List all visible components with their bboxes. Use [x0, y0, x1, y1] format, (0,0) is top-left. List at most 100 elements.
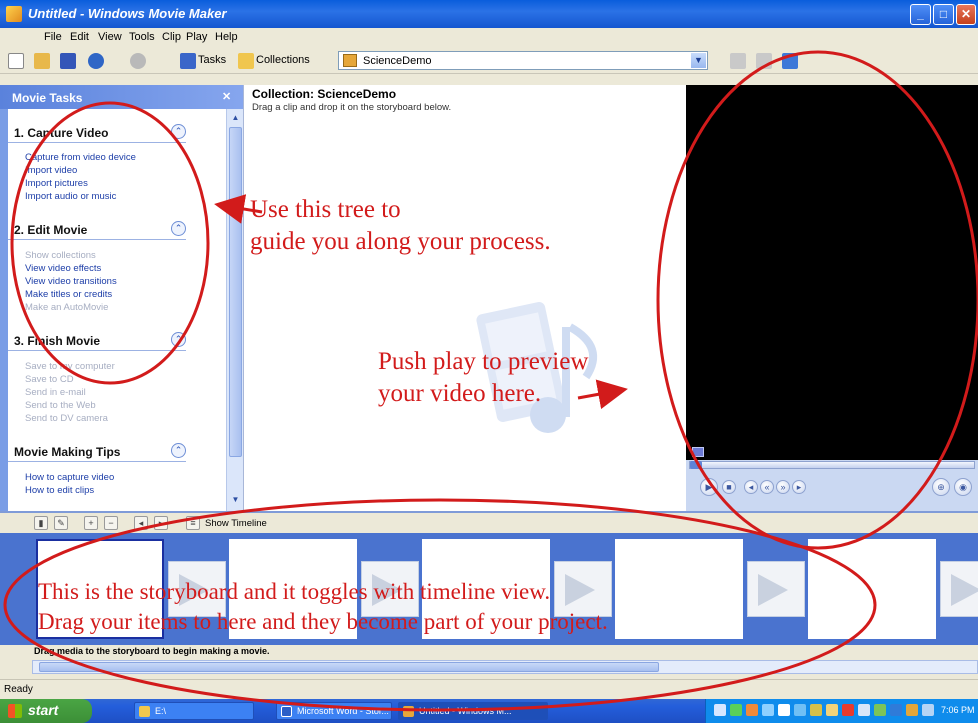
task-send-web[interactable]: Send to the Web: [25, 400, 96, 411]
collapse-icon[interactable]: ⌃: [171, 443, 186, 458]
scroll-thumb[interactable]: [229, 127, 242, 457]
open-project-icon[interactable]: [34, 53, 50, 69]
fast-forward-button[interactable]: »: [776, 480, 790, 494]
tray-icon[interactable]: [858, 704, 870, 716]
show-timeline-button[interactable]: Show Timeline: [205, 518, 267, 529]
show-timeline-icon[interactable]: ≡: [186, 516, 200, 530]
collections-button[interactable]: Collections: [256, 54, 310, 66]
tray-icon[interactable]: [778, 704, 790, 716]
seek-thumb[interactable]: [690, 461, 702, 469]
menu-clip[interactable]: Clip: [162, 31, 181, 43]
task-show-collections[interactable]: Show collections: [25, 250, 96, 261]
group-movie-making-tips[interactable]: Movie Making Tips: [8, 442, 186, 462]
rewind-button[interactable]: «: [760, 480, 774, 494]
tray-icon[interactable]: [842, 704, 854, 716]
transition-slot[interactable]: [747, 561, 805, 617]
menu-tools[interactable]: Tools: [129, 31, 155, 43]
transition-slot[interactable]: [940, 561, 978, 617]
save-project-icon[interactable]: [60, 53, 76, 69]
set-audio-levels-icon[interactable]: ▮: [34, 516, 48, 530]
tasks-icon[interactable]: [180, 53, 196, 69]
tray-icon[interactable]: [746, 704, 758, 716]
tip-edit-clips[interactable]: How to edit clips: [25, 485, 94, 496]
tray-icon[interactable]: [906, 704, 918, 716]
tray-icon[interactable]: [922, 704, 934, 716]
collapse-icon[interactable]: ⌃: [171, 332, 186, 347]
new-folder-icon[interactable]: [756, 53, 772, 69]
task-capture-from-device[interactable]: Capture from video device: [25, 152, 136, 163]
task-save-to-cd[interactable]: Save to CD: [25, 374, 74, 385]
undo-icon[interactable]: [88, 53, 104, 69]
task-import-pictures[interactable]: Import pictures: [25, 178, 88, 189]
views-icon[interactable]: [782, 53, 798, 69]
taskbar-button-explorer[interactable]: E:\: [134, 702, 254, 720]
task-import-video[interactable]: Import video: [25, 165, 77, 176]
group-finish-movie[interactable]: 3. Finish Movie: [8, 331, 186, 351]
tray-icon[interactable]: [762, 704, 774, 716]
menu-help[interactable]: Help: [215, 31, 238, 43]
task-send-email[interactable]: Send in e-mail: [25, 387, 86, 398]
collection-pane[interactable]: Collection: ScienceDemo Drag a clip and …: [243, 85, 686, 511]
group-edit-movie[interactable]: 2. Edit Movie: [8, 220, 186, 240]
start-button[interactable]: start: [0, 699, 92, 723]
scroll-thumb[interactable]: [39, 662, 659, 672]
status-bar: Ready: [0, 679, 978, 699]
task-save-to-computer[interactable]: Save to my computer: [25, 361, 115, 372]
task-make-automovie[interactable]: Make an AutoMovie: [25, 302, 108, 313]
tip-capture-video[interactable]: How to capture video: [25, 472, 114, 483]
tray-icon[interactable]: [810, 704, 822, 716]
take-picture-button[interactable]: ◉: [954, 478, 972, 496]
collapse-icon[interactable]: ⌃: [171, 221, 186, 236]
new-project-icon[interactable]: [8, 53, 24, 69]
next-frame-button[interactable]: ▸: [792, 480, 806, 494]
storyboard-clip-slot[interactable]: [615, 539, 743, 639]
collection-dropdown[interactable]: ScienceDemo ▼: [338, 51, 708, 70]
storyboard-clip-slot[interactable]: [808, 539, 936, 639]
stop-button[interactable]: ■: [722, 480, 736, 494]
up-folder-icon[interactable]: [730, 53, 746, 69]
tasks-button[interactable]: Tasks: [198, 54, 226, 66]
menu-play[interactable]: Play: [186, 31, 207, 43]
play-storyboard-icon[interactable]: ▸: [154, 516, 168, 530]
dropdown-arrow-icon[interactable]: ▼: [691, 53, 706, 68]
close-pane-icon[interactable]: ✕: [222, 90, 231, 103]
narrate-timeline-icon[interactable]: ✎: [54, 516, 68, 530]
minimize-button[interactable]: _: [910, 4, 931, 25]
collapse-icon[interactable]: ⌃: [171, 124, 186, 139]
tray-icon[interactable]: [890, 704, 902, 716]
task-view-video-effects[interactable]: View video effects: [25, 263, 101, 274]
preview-screen[interactable]: [686, 85, 978, 460]
collections-icon[interactable]: [238, 53, 254, 69]
task-send-dv-camera[interactable]: Send to DV camera: [25, 413, 108, 424]
task-import-audio[interactable]: Import audio or music: [25, 191, 116, 202]
redo-icon[interactable]: [130, 53, 146, 69]
zoom-out-icon[interactable]: −: [104, 516, 118, 530]
menu-edit[interactable]: Edit: [70, 31, 89, 43]
storyboard-scrollbar[interactable]: [32, 660, 978, 674]
group-capture-video[interactable]: 1. Capture Video: [8, 123, 186, 143]
tray-icon[interactable]: [714, 704, 726, 716]
seek-bar[interactable]: [689, 461, 975, 469]
tray-icon[interactable]: [794, 704, 806, 716]
rewind-storyboard-icon[interactable]: ◂: [134, 516, 148, 530]
task-pane-scrollbar[interactable]: ▲ ▼: [226, 109, 243, 511]
previous-frame-button[interactable]: ◂: [744, 480, 758, 494]
tray-icon[interactable]: [874, 704, 886, 716]
tray-icon[interactable]: [826, 704, 838, 716]
menu-file[interactable]: File: [44, 31, 62, 43]
task-view-video-transitions[interactable]: View video transitions: [25, 276, 117, 287]
maximize-button[interactable]: □: [933, 4, 954, 25]
tray-icon[interactable]: [730, 704, 742, 716]
task-make-titles[interactable]: Make titles or credits: [25, 289, 112, 300]
close-button[interactable]: ✕: [956, 4, 976, 25]
annotation-storyboard-line2: Drag your items to here and they become …: [38, 609, 608, 634]
group-title: 3. Finish Movie: [14, 334, 101, 348]
play-button[interactable]: ▶: [700, 478, 718, 496]
scroll-up-icon[interactable]: ▲: [229, 111, 242, 125]
menu-view[interactable]: View: [98, 31, 122, 43]
scroll-down-icon[interactable]: ▼: [229, 493, 242, 507]
split-clip-button[interactable]: ⊕: [932, 478, 950, 496]
taskbar-button-movie-maker[interactable]: Untitled - Windows M...: [398, 702, 548, 720]
taskbar-button-word[interactable]: Microsoft Word - Stor...: [276, 702, 392, 720]
zoom-in-icon[interactable]: +: [84, 516, 98, 530]
